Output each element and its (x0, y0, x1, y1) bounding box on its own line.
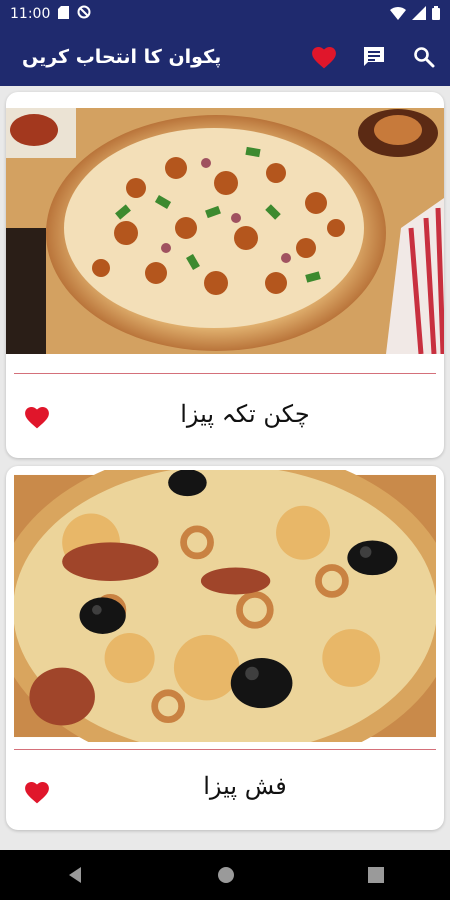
favorites-button[interactable] (310, 43, 338, 71)
wifi-icon (390, 5, 406, 24)
search-icon (414, 47, 435, 68)
data-saver-icon (77, 5, 91, 23)
app-bar: پکوان کا انتحاب کریں (0, 28, 450, 86)
recipe-title: فش پیزا (203, 772, 287, 800)
recipe-title: چکن تکہ پیزا (180, 400, 310, 428)
chat-icon (364, 47, 384, 66)
signal-icon (412, 5, 426, 24)
heart-icon[interactable] (24, 780, 50, 804)
recipe-list: چکن تکہ پیزا فش پیزا (0, 86, 450, 850)
chicken-tikka-pizza-photo (6, 108, 444, 354)
status-time: 11:00 (10, 6, 51, 22)
recents-icon[interactable] (367, 867, 384, 883)
sim-card-icon (58, 5, 70, 23)
recipe-card[interactable]: چکن تکہ پیزا (6, 92, 444, 458)
search-button[interactable] (410, 43, 438, 71)
system-nav-bar (0, 850, 450, 900)
feedback-button[interactable] (360, 43, 388, 71)
fish-pizza-photo (14, 470, 436, 742)
page-title: پکوان کا انتحاب کریں (22, 46, 222, 68)
home-icon[interactable] (217, 866, 235, 884)
status-bar: 11:00 (0, 0, 450, 28)
card-divider (14, 749, 436, 750)
battery-icon (432, 5, 440, 24)
heart-icon[interactable] (24, 405, 50, 429)
card-divider (14, 373, 436, 374)
back-icon[interactable] (66, 866, 84, 884)
heart-icon (312, 47, 336, 69)
recipe-card[interactable]: فش پیزا (6, 466, 444, 830)
